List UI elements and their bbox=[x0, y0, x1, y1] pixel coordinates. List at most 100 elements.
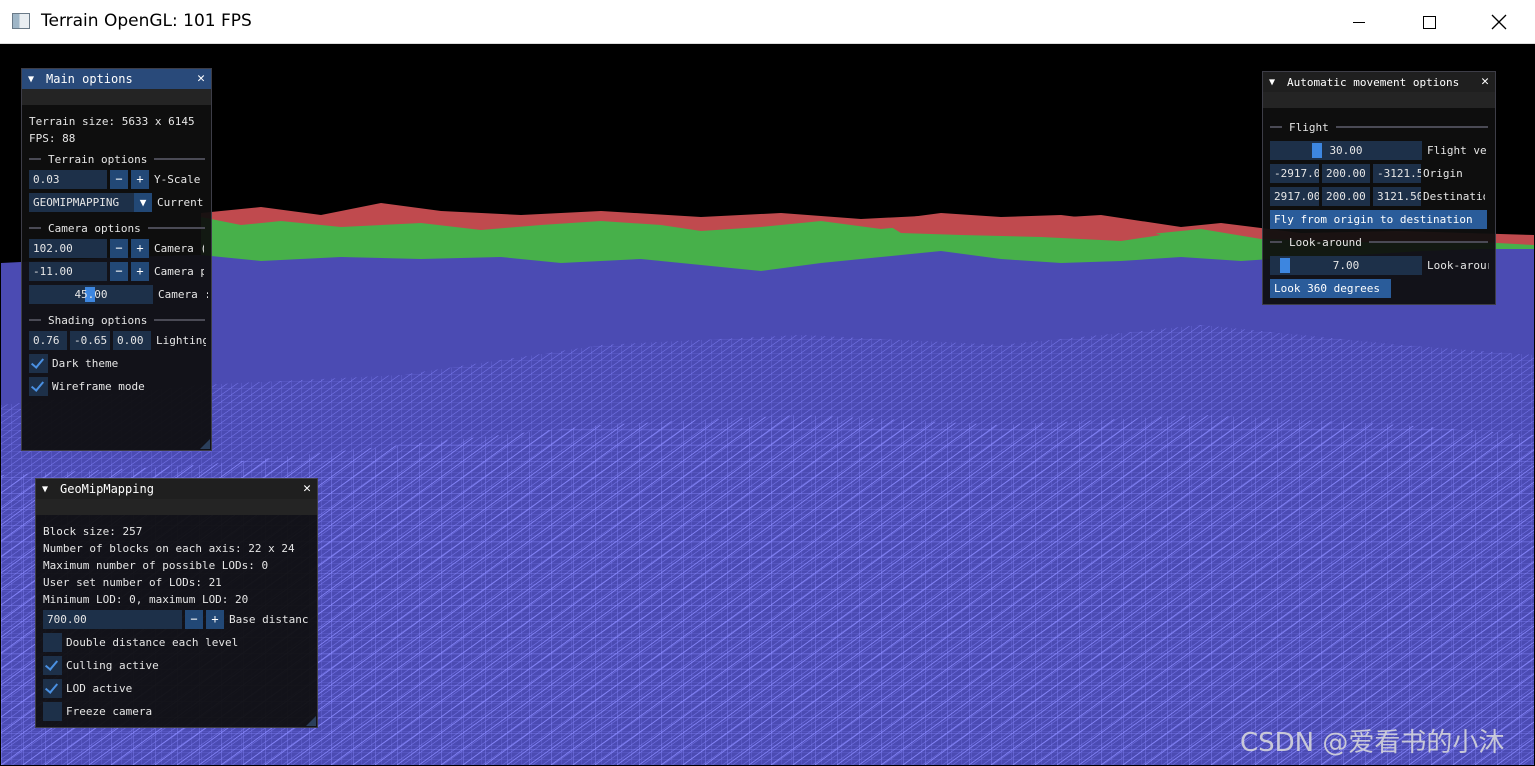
flight-separator: Flight bbox=[1270, 120, 1488, 134]
flight-velocity-slider[interactable]: 30.00 bbox=[1270, 140, 1422, 160]
light-x-input[interactable]: 0.76 bbox=[29, 330, 67, 350]
camera-options-separator: Camera options bbox=[29, 221, 205, 235]
base-distance-decrement-button[interactable]: − bbox=[185, 609, 203, 629]
maximize-button[interactable] bbox=[1395, 0, 1463, 44]
checkbox[interactable] bbox=[43, 632, 62, 652]
minimize-button[interactable] bbox=[1325, 0, 1393, 44]
main-options-window[interactable]: ▼ Main options ✕ Terrain size: 5633 x 61… bbox=[21, 68, 212, 451]
camera-fov-decrement-button[interactable]: − bbox=[110, 238, 128, 258]
blocks-axis-text: Number of blocks on each axis: 22 x 24 bbox=[43, 541, 295, 555]
close-icon bbox=[1491, 14, 1507, 30]
checkbox[interactable] bbox=[29, 353, 48, 373]
look-360-button[interactable]: Look 360 degrees bbox=[1270, 278, 1391, 298]
close-icon[interactable]: ✕ bbox=[1481, 74, 1489, 89]
close-icon[interactable]: ✕ bbox=[303, 481, 311, 496]
collapse-icon[interactable]: ▼ bbox=[42, 484, 52, 495]
main-options-title: Main options bbox=[46, 72, 133, 86]
geomipmapping-header[interactable]: ▼ GeoMipMapping ✕ bbox=[36, 479, 317, 499]
section-label: Shading options bbox=[48, 313, 148, 327]
camera-pitch-increment-button[interactable]: + bbox=[131, 261, 149, 281]
resize-grip[interactable] bbox=[306, 716, 316, 726]
terrain-size-text: Terrain size: 5633 x 6145 bbox=[29, 114, 195, 128]
base-distance-input[interactable]: 700.00 bbox=[43, 609, 182, 629]
camera-fov-label: Camera ( bbox=[154, 241, 204, 255]
look-around-slider[interactable]: 7.00 bbox=[1270, 255, 1422, 275]
double-distance-checkbox[interactable]: Double distance each level bbox=[43, 632, 238, 652]
collapse-icon[interactable]: ▼ bbox=[1269, 77, 1279, 88]
automatic-movement-title: Automatic movement options bbox=[1287, 75, 1460, 89]
section-label: Terrain options bbox=[48, 152, 148, 166]
camera-fov-input[interactable]: 102.00 bbox=[29, 238, 107, 258]
destination-y-input[interactable]: 200.00 bbox=[1322, 186, 1370, 206]
double-distance-label: Double distance each level bbox=[66, 635, 239, 649]
camera-pitch-decrement-button[interactable]: − bbox=[110, 261, 128, 281]
base-distance-label: Base distanc bbox=[229, 612, 309, 626]
maximize-icon bbox=[1422, 15, 1436, 29]
algorithm-combo[interactable]: GEOMIPMAPPING bbox=[29, 192, 134, 212]
window-title: Terrain OpenGL: 101 FPS bbox=[41, 11, 252, 31]
user-lods-text: User set number of LODs: 21 bbox=[43, 575, 222, 589]
y-scale-increment-button[interactable]: + bbox=[131, 169, 149, 189]
checkbox[interactable] bbox=[43, 655, 62, 675]
slider-grab[interactable] bbox=[1312, 142, 1322, 158]
main-options-header[interactable]: ▼ Main options ✕ bbox=[22, 69, 211, 89]
light-y-input[interactable]: -0.65 bbox=[70, 330, 110, 350]
fly-origin-destination-button[interactable]: Fly from origin to destination bbox=[1270, 209, 1487, 229]
geomipmapping-window[interactable]: ▼ GeoMipMapping ✕ Block size: 257 Number… bbox=[35, 478, 318, 728]
origin-y-input[interactable]: 200.00 bbox=[1322, 163, 1370, 183]
window-titlebar: Terrain OpenGL: 101 FPS bbox=[0, 0, 1535, 44]
y-scale-input[interactable]: 0.03 bbox=[29, 169, 107, 189]
collapse-icon[interactable]: ▼ bbox=[28, 74, 38, 85]
camera-fov-increment-button[interactable]: + bbox=[131, 238, 149, 258]
camera-slider-value: 45.00 bbox=[74, 287, 108, 301]
close-icon[interactable]: ✕ bbox=[197, 71, 205, 86]
camera-slider-label: Camera : bbox=[158, 287, 208, 301]
algorithm-label: Current bbox=[157, 195, 204, 209]
light-z-input[interactable]: 0.00 bbox=[113, 330, 151, 350]
freeze-camera-label: Freeze camera bbox=[66, 704, 153, 718]
automatic-movement-window[interactable]: ▼ Automatic movement options ✕ Flight 30… bbox=[1262, 71, 1496, 305]
close-button[interactable] bbox=[1465, 0, 1533, 44]
culling-label: Culling active bbox=[66, 658, 159, 672]
resize-grip[interactable] bbox=[200, 439, 210, 449]
chevron-down-icon[interactable]: ▼ bbox=[134, 192, 152, 212]
origin-x-input[interactable]: -2917.0 bbox=[1270, 163, 1319, 183]
destination-z-input[interactable]: 3121.50 bbox=[1373, 186, 1421, 206]
wireframe-label: Wireframe mode bbox=[52, 379, 145, 393]
section-label: Look-around bbox=[1289, 235, 1362, 249]
flight-velocity-label: Flight ve bbox=[1427, 143, 1487, 157]
shading-options-separator: Shading options bbox=[29, 313, 205, 327]
culling-checkbox[interactable]: Culling active bbox=[43, 655, 159, 675]
lod-active-checkbox[interactable]: LOD active bbox=[43, 678, 132, 698]
slider-grab[interactable] bbox=[1280, 257, 1290, 273]
look-around-label: Look-arour bbox=[1427, 258, 1489, 272]
dark-theme-checkbox[interactable]: Dark theme bbox=[29, 353, 118, 373]
section-label: Flight bbox=[1289, 120, 1329, 134]
origin-z-input[interactable]: -3121.5 bbox=[1373, 163, 1421, 183]
lod-active-label: LOD active bbox=[66, 681, 133, 695]
checkbox[interactable] bbox=[29, 376, 48, 396]
base-distance-increment-button[interactable]: + bbox=[206, 609, 224, 629]
camera-pitch-input[interactable]: -11.00 bbox=[29, 261, 107, 281]
freeze-camera-checkbox[interactable]: Freeze camera bbox=[43, 701, 152, 721]
camera-pitch-label: Camera p bbox=[154, 264, 204, 278]
origin-label: Origin bbox=[1423, 166, 1463, 180]
automatic-movement-header[interactable]: ▼ Automatic movement options ✕ bbox=[1263, 72, 1495, 92]
fps-text: FPS: 88 bbox=[29, 131, 76, 145]
destination-label: Destinatio bbox=[1423, 189, 1485, 203]
wireframe-checkbox[interactable]: Wireframe mode bbox=[29, 376, 145, 396]
max-lods-text: Maximum number of possible LODs: 0 bbox=[43, 558, 269, 572]
checkbox[interactable] bbox=[43, 701, 62, 721]
checkbox[interactable] bbox=[43, 678, 62, 698]
menu-bar bbox=[1263, 92, 1495, 108]
geomipmapping-title: GeoMipMapping bbox=[60, 482, 154, 496]
camera-slider[interactable]: 45.00 bbox=[29, 284, 153, 304]
lighting-label: Lighting bbox=[156, 333, 206, 347]
y-scale-decrement-button[interactable]: − bbox=[110, 169, 128, 189]
destination-x-input[interactable]: 2917.00 bbox=[1270, 186, 1319, 206]
dark-theme-label: Dark theme bbox=[52, 356, 119, 370]
app-icon bbox=[12, 13, 30, 29]
y-scale-label: Y-Scale bbox=[154, 172, 201, 186]
block-size-text: Block size: 257 bbox=[43, 524, 143, 538]
look-around-separator: Look-around bbox=[1270, 235, 1488, 249]
